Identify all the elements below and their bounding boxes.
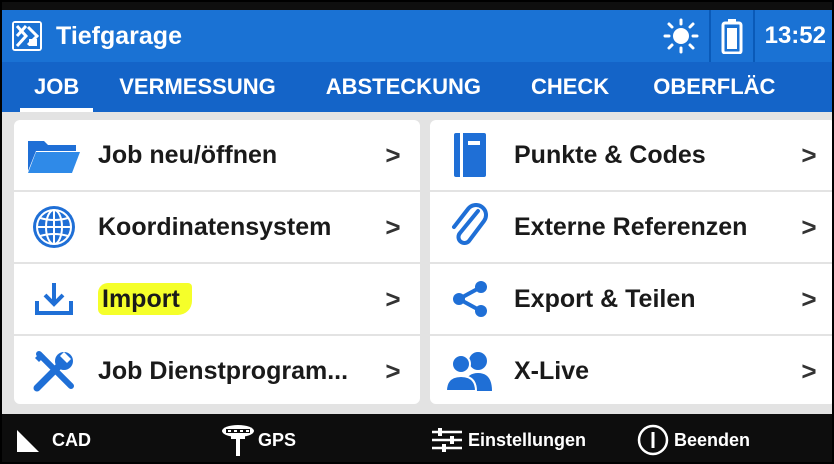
menu-item-label: Import (98, 282, 378, 315)
exit-label: Beenden (674, 429, 751, 450)
menu-item-label: Externe Referenzen (514, 212, 748, 241)
download-icon (24, 281, 84, 317)
chevron-right-icon: > (385, 355, 401, 386)
users-icon (440, 349, 500, 393)
tab-job[interactable]: JOB (20, 62, 94, 112)
app-logo-icon[interactable] (12, 21, 42, 51)
exit-button[interactable]: Beenden (636, 414, 751, 462)
menu-item-label: Export & Teilen (514, 284, 696, 313)
sun-icon[interactable] (653, 10, 709, 62)
chevron-right-icon: > (385, 139, 401, 170)
menu-item-label: Job neu/öffnen (98, 140, 278, 169)
menu-grid: Job neu/öffnen > Koordinatensystem > Imp… (14, 120, 832, 404)
menu-item-label: Job Dienstprogram... (98, 356, 349, 385)
menu-column-left: Job neu/öffnen > Koordinatensystem > Imp… (14, 120, 420, 404)
gps-label: GPS (258, 429, 297, 450)
menu-item-koordinatensystem[interactable]: Koordinatensystem > (14, 192, 420, 262)
paperclip-icon (440, 203, 500, 251)
menu-item-punkte-codes[interactable]: Punkte & Codes > (430, 120, 832, 190)
menu-item-job-dienstprogramme[interactable]: Job Dienstprogram... > (14, 336, 420, 406)
gps-receiver-icon (222, 425, 254, 456)
chevron-right-icon: > (801, 139, 817, 170)
settings-label: Einstellungen (468, 429, 587, 450)
chevron-right-icon: > (801, 355, 817, 386)
tab-bar: JOB VERMESSUNG ABSTECKUNG CHECK OBERFLÄC (2, 62, 832, 112)
tab-vermessung[interactable]: VERMESSUNG (105, 62, 289, 112)
page-title: Tiefgarage (56, 21, 182, 50)
menu-item-label: X-Live (514, 356, 590, 385)
menu-item-label: Punkte & Codes (514, 140, 706, 169)
battery-icon[interactable] (708, 10, 753, 62)
tab-absteckung[interactable]: ABSTECKUNG (312, 62, 495, 112)
chevron-right-icon: > (801, 211, 817, 242)
title-bar: Tiefgarage 13:52 (2, 10, 832, 62)
status-area: 13:52 (653, 10, 832, 62)
menu-item-externe-referenzen[interactable]: Externe Referenzen > (430, 192, 832, 262)
menu-item-import[interactable]: Import > (14, 264, 420, 334)
share-icon (440, 279, 500, 319)
power-icon (637, 424, 669, 456)
gps-button[interactable]: GPS (220, 414, 297, 462)
chevron-right-icon: > (385, 283, 401, 314)
folder-icon (24, 135, 84, 175)
cad-label: CAD (52, 429, 91, 450)
bottom-bar: CAD GPS Einstellungen Beenden (2, 414, 832, 462)
app-window: Tiefgarage 13:52 JOB VERMESSUNG ABSTECKU… (0, 0, 834, 464)
menu-item-export-teilen[interactable]: Export & Teilen > (430, 264, 832, 334)
globe-icon (24, 203, 84, 251)
chevron-right-icon: > (801, 283, 817, 314)
menu-column-right: Punkte & Codes > Externe Referenzen > Ex… (430, 120, 832, 406)
clock: 13:52 (752, 10, 832, 62)
cad-icon (17, 430, 39, 452)
highlighted-label: Import (98, 282, 192, 315)
menu-item-label: Koordinatensystem (98, 212, 332, 241)
tab-check[interactable]: CHECK (517, 62, 623, 112)
chevron-right-icon: > (385, 211, 401, 242)
settings-button[interactable]: Einstellungen (430, 414, 587, 462)
cad-button[interactable]: CAD (14, 414, 91, 462)
sliders-icon (432, 428, 462, 452)
tab-oberflaechen[interactable]: OBERFLÄC (639, 62, 789, 112)
menu-item-x-live[interactable]: X-Live > (430, 336, 832, 406)
book-icon (440, 131, 500, 179)
tools-icon (24, 348, 84, 394)
menu-item-job-neu[interactable]: Job neu/öffnen > (14, 120, 420, 190)
